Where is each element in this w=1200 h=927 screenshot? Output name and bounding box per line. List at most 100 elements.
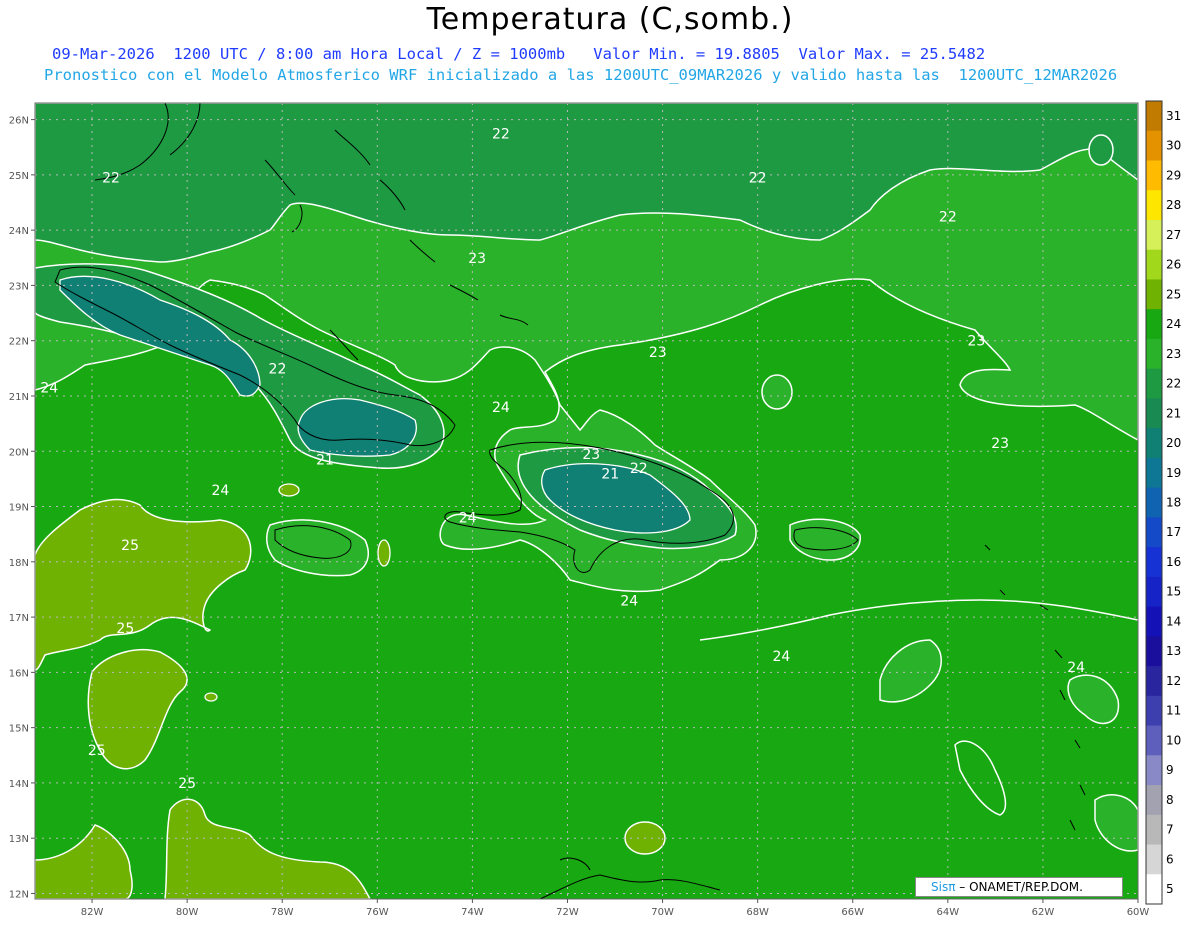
colorbar-label: 11 (1166, 704, 1181, 718)
contour-label: 25 (116, 621, 134, 637)
lat-tick-label: 14N (9, 779, 29, 790)
lat-tick-label: 19N (9, 503, 29, 514)
contour-label: 24 (212, 483, 230, 499)
contour-label: 21 (601, 466, 619, 482)
colorbar-label: 28 (1166, 198, 1181, 212)
lat-tick-label: 23N (9, 281, 29, 292)
credit-text: – ONAMET/REP.DOM. (959, 880, 1083, 894)
colorbar-label: 8 (1166, 793, 1174, 807)
contour-label: 23 (468, 251, 486, 267)
lat-tick-label: 18N (9, 558, 29, 569)
lon-tick-label: 78W (271, 907, 294, 918)
contour-label: 21 (316, 453, 334, 469)
colorbar-swatch (1146, 487, 1162, 518)
colorbar-label: 10 (1166, 733, 1181, 747)
credit-box: Sisπ – ONAMET/REP.DOM. (915, 877, 1123, 897)
colorbar-label: 12 (1166, 674, 1181, 688)
contour-label: 22 (630, 461, 648, 477)
contour-label: 23 (967, 334, 985, 350)
colorbar-label: 16 (1166, 555, 1181, 569)
credit-brand: Sisπ (931, 880, 956, 894)
contour-label: 22 (269, 361, 287, 377)
lat-tick-label: 20N (9, 447, 29, 458)
color-legend: 31 30 29 28 27 26 25 24 23 22 21 20 19 18 17 16 15 14 13 12… (1145, 100, 1181, 905)
lat-tick-label: 24N (9, 226, 29, 237)
contour-label: 25 (178, 776, 196, 792)
lon-tick-label: 66W (841, 907, 864, 918)
colorbar-swatch (1146, 785, 1162, 816)
colorbar-swatch (1146, 428, 1162, 459)
contour-label: 22 (939, 209, 957, 225)
lat-tick-label: 26N (9, 116, 29, 127)
colorbar-label: 20 (1166, 436, 1181, 450)
colorbar-label: 22 (1166, 377, 1181, 391)
colorbar-swatch (1146, 279, 1162, 310)
colorbar-label: 19 (1166, 466, 1181, 480)
colorbar-swatch (1146, 101, 1162, 132)
lon-tick-label: 62W (1032, 907, 1055, 918)
lat-tick-label: 13N (9, 834, 29, 845)
colorbar-label: 30 (1166, 139, 1181, 153)
lat-tick-label: 17N (9, 613, 29, 624)
contour-label: 24 (620, 594, 638, 610)
lon-tick-label: 82W (81, 907, 104, 918)
colorbar-swatch (1146, 606, 1162, 637)
colorbar-label: 6 (1166, 852, 1174, 866)
colorbar-swatch (1146, 160, 1162, 191)
colorbar-swatch (1146, 338, 1162, 370)
colorbar-label: 7 (1166, 823, 1174, 837)
colorbar-swatch (1146, 368, 1162, 399)
temperature-field-small-6 (204, 692, 218, 702)
temperature-field-small-2 (761, 374, 793, 410)
colorbar-label: 25 (1166, 287, 1181, 301)
contour-label: 24 (40, 381, 58, 397)
contour-label: 24 (492, 400, 510, 416)
lat-tick-label: 12N (9, 889, 29, 900)
colorbar-swatch (1146, 874, 1162, 905)
colorbar-swatch (1146, 457, 1162, 489)
colorbar-swatch (1146, 309, 1162, 340)
colorbar-label: 26 (1166, 258, 1181, 272)
lon-tick-label: 60W (1127, 907, 1150, 918)
colorbar-swatch (1146, 130, 1162, 161)
contour-label: 23 (649, 345, 667, 361)
colorbar-swatch (1146, 725, 1162, 756)
colorbar-swatch (1146, 190, 1162, 221)
lat-tick-label: 16N (9, 668, 29, 679)
lon-tick-label: 74W (461, 907, 484, 918)
colorbar-swatch (1146, 249, 1162, 280)
colorbar-swatch (1146, 398, 1162, 429)
contour-label: 23 (582, 447, 600, 463)
lon-tick-label: 70W (651, 907, 674, 918)
colorbar-swatch (1146, 666, 1162, 697)
temperature-field-small-1 (1088, 134, 1114, 166)
colorbar-label: 31 (1166, 109, 1181, 123)
colorbar-label: 21 (1166, 406, 1181, 420)
colorbar-swatch (1146, 695, 1162, 727)
colorbar-label: 29 (1166, 168, 1181, 182)
colorbar-label: 15 (1166, 585, 1181, 599)
colorbar-swatch (1146, 636, 1162, 667)
colorbar-label: 13 (1166, 644, 1181, 658)
contour-label: 25 (88, 743, 106, 759)
lon-tick-label: 72W (556, 907, 579, 918)
colorbar-label: 24 (1166, 317, 1181, 331)
contour-label: 23 (991, 436, 1009, 452)
colorbar-label: 9 (1166, 763, 1174, 777)
temperature-map: 2222 22222323232224242321 2321 222424252425… (9, 100, 1181, 918)
colorbar-swatch (1146, 547, 1162, 578)
colorbar-label: 14 (1166, 614, 1181, 628)
lon-tick-label: 80W (176, 907, 199, 918)
contour-label: 24 (1067, 660, 1085, 676)
colorbar-swatch (1146, 219, 1162, 251)
contour-label: 22 (749, 171, 767, 187)
lat-tick-label: 21N (9, 392, 29, 403)
colorbar-swatch (1146, 844, 1162, 875)
colorbar-swatch (1146, 814, 1162, 846)
colorbar-swatch (1146, 755, 1162, 786)
map-plot-area: 2222 22222323232224242321 2321 222424252425… (35, 103, 1138, 899)
colorbar-label: 27 (1166, 228, 1181, 242)
colorbar-label: 17 (1166, 525, 1181, 539)
contour-label: 24 (773, 649, 791, 665)
colorbar-label: 18 (1166, 496, 1181, 510)
